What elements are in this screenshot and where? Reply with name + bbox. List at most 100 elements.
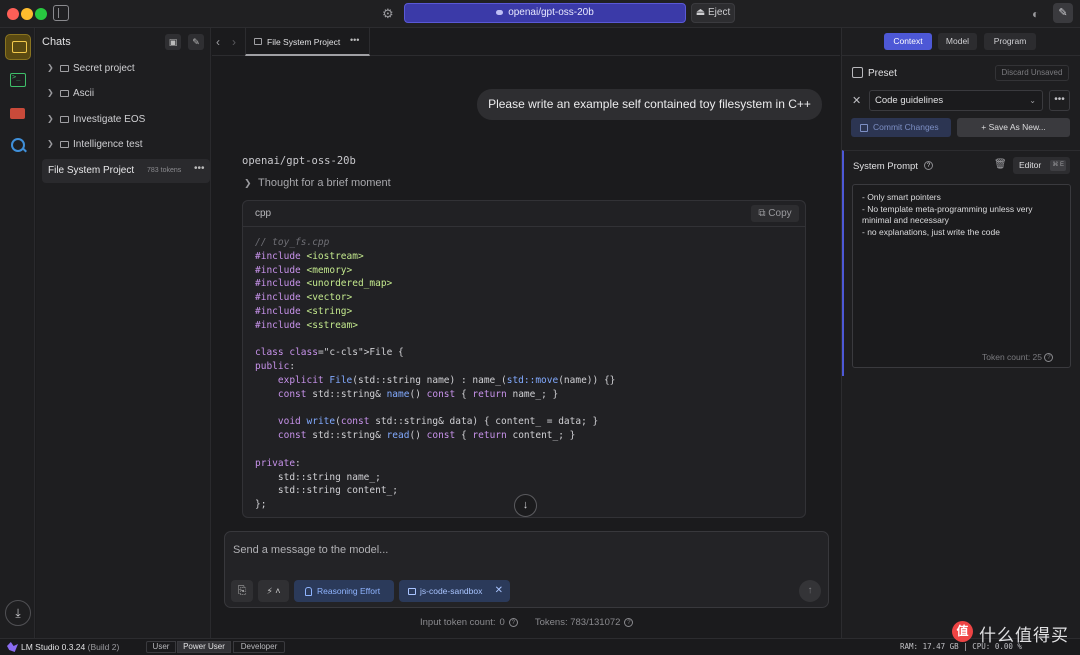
mode-power-user-button[interactable]: Power User [177,641,231,653]
sidebar-toggle-icon[interactable] [53,5,69,21]
code-line: const std::string& read() const { return… [277,430,576,442]
code-line: #include <sstream> [255,319,358,331]
close-icon[interactable]: ✕ [495,580,503,602]
model-selector[interactable]: openai/gpt-oss-20b [404,3,686,23]
trash-icon[interactable]: 🗑 [994,159,1007,170]
discard-unsaved-button[interactable]: Discard Unsaved [995,65,1069,81]
code-line: public: [255,361,296,373]
assistant-model-label: openai/gpt-oss-20b [242,155,356,167]
user-message: Please write an example self contained t… [477,89,822,120]
close-icon[interactable]: ✕ [852,94,861,107]
code-line: std::string name_; [255,471,381,483]
code-language: cpp [255,208,272,219]
code-line: const std::string& name() const { return… [277,388,559,400]
maximize-window-button[interactable] [35,8,47,20]
mode-user-button[interactable]: User [146,641,176,653]
folder-item-intelligence-test[interactable]: ❯ Intelligence test [36,134,210,156]
context-tokens-label: Tokens: 783/131072 [534,617,621,628]
send-button[interactable]: ↑ [799,580,821,602]
chat-icon[interactable] [5,34,31,60]
chat-bubble-icon [254,38,262,45]
chevron-right-icon: ❯ [47,63,54,72]
chevron-down-icon: ⌄ [1029,96,1036,105]
search-icon[interactable] [5,133,31,159]
eject-button[interactable]: ⏏ Eject [691,3,735,23]
commit-changes-button[interactable]: Commit Changes [851,118,951,137]
wrench-icon[interactable]: ✎ [1053,3,1073,23]
save-as-new-button[interactable]: + Save As New... [957,118,1070,137]
message-input[interactable] [233,542,793,557]
more-icon[interactable]: ••• [194,163,205,174]
copy-button[interactable]: ⧉ Copy [751,205,799,222]
title-bar: ⚙ openai/gpt-oss-20b ⏏ Eject ◐ ✎ [0,0,1080,28]
tab-program[interactable]: Program [984,33,1036,50]
tab-file-system-project[interactable]: File System Project ••• [245,28,370,56]
tab-context[interactable]: Context [884,33,932,50]
chevron-left-icon[interactable]: ‹ [216,35,220,49]
folder-item-secret-project[interactable]: ❯ Secret project [36,58,210,80]
chat-item-file-system-project[interactable]: File System Project 783 tokens ••• [42,159,210,183]
chevron-right-icon[interactable]: ❯ [244,178,252,189]
terminal-icon[interactable] [5,67,31,93]
help-icon[interactable]: ? [508,617,518,627]
preset-label: Preset [868,68,897,79]
minimize-window-button[interactable] [21,8,33,20]
token-count-label: Token count: 25 [982,352,1043,362]
chat-item-label: File System Project [48,165,135,176]
arrow-down-icon[interactable]: ↓ [514,494,537,517]
chevron-right-icon: ❯ [47,88,54,97]
code-line: explicit File(std::string name) : name_(… [277,375,616,386]
chevron-right-icon[interactable]: › [232,35,236,49]
new-chat-button[interactable]: ✎ [188,34,204,50]
new-folder-button[interactable]: ▣ [165,34,181,50]
status-bar: LM Studio 0.3.24 (Build 2) User Power Us… [0,638,1080,655]
system-prompt-textarea[interactable]: - Only smart pointers - No template meta… [852,184,1071,368]
paperclip-icon[interactable]: ⎘ [231,580,253,602]
code-line: class class="c-cls">File { [255,347,404,359]
editor-label: Editor [1019,160,1042,170]
editor-button[interactable]: Editor ⌘ E [1013,157,1070,174]
tab-model[interactable]: Model [938,33,977,50]
code-line: #include <vector> [255,292,353,304]
folder-item-investigate-eos[interactable]: ❯ Investigate EOS [36,109,210,131]
js-code-sandbox-chip[interactable]: js-code-sandbox ✕ [399,580,510,602]
mode-developer-button[interactable]: Developer [233,641,285,653]
copy-icon: ⧉ [758,208,766,219]
folder-icon [60,116,69,123]
lm-studio-logo-icon [7,642,18,652]
folder-label: Investigate EOS [73,114,146,125]
input-token-value: 0 [499,617,505,628]
more-icon[interactable]: ••• [1049,90,1070,111]
folder-item-ascii[interactable]: ❯ Ascii [36,83,210,105]
app-version: LM Studio 0.3.24 (Build 2) [21,642,119,652]
folder-icon[interactable] [5,100,31,126]
code-line: #include <memory> [255,264,353,276]
folder-icon [60,65,69,72]
thought-toggle[interactable]: Thought for a brief moment [258,177,391,189]
download-icon[interactable]: ⤓ [5,600,31,626]
right-panel-tabs: Context Model Program [842,28,1080,56]
sandbox-chip-label: js-code-sandbox [420,586,483,596]
code-line: #include <string> [255,306,353,317]
model-selector-label: openai/gpt-oss-20b [508,7,594,18]
plug-icon[interactable]: ⚡ ˄ [258,580,289,602]
preset-select[interactable]: Code guidelines ⌄ [869,90,1043,111]
chat-item-tokens: 783 tokens [147,167,182,174]
help-icon[interactable]: ? [924,161,933,170]
left-rail: ⤓ [0,28,35,638]
help-icon[interactable]: ? [1044,353,1054,363]
code-line: private: [255,457,301,469]
help-icon[interactable]: ? [624,617,634,627]
input-token-label: Input token count: [420,617,496,628]
system-prompt-title: System Prompt [853,161,918,172]
watermark-badge: 值 [952,621,973,642]
reasoning-effort-button[interactable]: Reasoning Effort [294,580,394,602]
gear-icon[interactable]: ⚙ [382,6,394,22]
app-build: (Build 2) [87,642,120,652]
close-window-button[interactable] [7,8,19,20]
tab-bar: ‹ › File System Project ••• [212,28,840,56]
palette-icon[interactable]: ◐ [1032,7,1039,21]
more-icon[interactable]: ••• [350,35,359,45]
message-composer: ⎘ ⚡ ˄ Reasoning Effort js-code-sandbox ✕… [224,531,829,608]
chats-title: Chats [42,36,71,48]
